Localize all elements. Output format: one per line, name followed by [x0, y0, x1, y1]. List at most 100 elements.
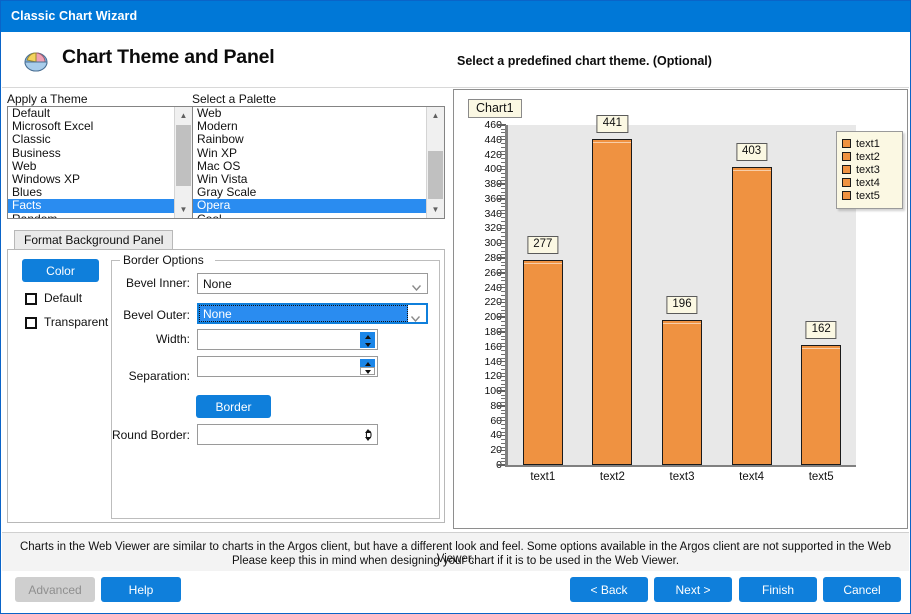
bevel-outer-label: Bevel Outer: [123, 308, 190, 322]
chart-bar[interactable] [732, 167, 772, 465]
border-options-fieldset [111, 260, 440, 519]
scroll-thumb[interactable] [428, 151, 443, 199]
width-label: Width: [156, 332, 190, 346]
theme-list-item[interactable]: Blues [8, 186, 175, 199]
palette-list-item[interactable]: Web [193, 107, 427, 120]
scroll-up-icon[interactable]: ▲ [175, 107, 192, 124]
chart-tab[interactable]: Chart1 [468, 99, 522, 118]
theme-list-item[interactable]: Facts [8, 199, 175, 212]
window-title: Classic Chart Wizard [11, 9, 137, 23]
legend-label: text5 [856, 190, 880, 202]
legend-label: text4 [856, 177, 880, 189]
scroll-down-icon[interactable]: ▼ [175, 201, 192, 218]
legend-swatch [842, 139, 851, 148]
theme-list-item[interactable]: Windows XP [8, 173, 175, 186]
x-axis-tick-label: text2 [600, 471, 625, 483]
legend-item: text3 [842, 163, 898, 176]
palette-list-label: Select a Palette [192, 92, 276, 106]
legend-swatch [842, 178, 851, 187]
color-button[interactable]: Color [22, 259, 99, 282]
legend-item: text4 [842, 176, 898, 189]
finish-button[interactable]: Finish [739, 577, 817, 602]
bar-value-label: 277 [527, 236, 558, 254]
page-title: Chart Theme and Panel [62, 46, 275, 69]
next-button[interactable]: Next > [654, 577, 732, 602]
theme-list-item[interactable]: Random [8, 213, 175, 220]
chart-bar[interactable] [662, 320, 702, 465]
x-axis-tick-label: text1 [530, 471, 555, 483]
bevel-outer-value: None [203, 307, 232, 321]
chart-wizard-window: Classic Chart Wizard Chart Theme and Pan… [0, 0, 911, 614]
grid-band [508, 169, 856, 199]
theme-list-item[interactable]: Web [8, 160, 175, 173]
x-axis-tick-label: text4 [739, 471, 764, 483]
round-border-spin-down[interactable] [360, 435, 375, 443]
separation-stepper[interactable]: 0 [197, 356, 378, 377]
scroll-up-icon[interactable]: ▲ [427, 107, 444, 124]
cancel-button[interactable]: Cancel [823, 577, 901, 602]
palette-listbox[interactable]: WebModernRainbowWin XPMac OSWin VistaGra… [192, 106, 445, 219]
palette-list-item[interactable]: Win XP [193, 147, 427, 160]
chart-bar[interactable] [592, 139, 632, 465]
back-button[interactable]: < Back [570, 577, 648, 602]
theme-list-item[interactable]: Default [8, 107, 175, 120]
legend-label: text3 [856, 164, 880, 176]
round-border-spin-up[interactable] [360, 427, 375, 435]
plot-canvas [508, 125, 856, 465]
legend-item: text1 [842, 137, 898, 150]
title-bar: Classic Chart Wizard [1, 1, 910, 32]
palette-list-item[interactable]: Modern [193, 120, 427, 133]
round-border-spin-buttons[interactable] [360, 427, 375, 443]
width-spin-up[interactable] [360, 332, 375, 340]
legend-item: text5 [842, 189, 898, 202]
help-button[interactable]: Help [101, 577, 181, 602]
chart-bar[interactable] [523, 260, 563, 465]
palette-list-item[interactable]: Gray Scale [193, 186, 427, 199]
format-background-panel-tab[interactable]: Format Background Panel [14, 230, 173, 250]
chart-legend: text1text2text3text4text5 [836, 131, 903, 209]
separation-spin-up[interactable] [360, 359, 375, 367]
width-spin-buttons[interactable] [360, 332, 375, 348]
bevel-inner-combo[interactable]: None [197, 273, 428, 294]
theme-list-label: Apply a Theme [7, 92, 88, 106]
palette-list-scrollbar[interactable]: ▲ ▼ [426, 107, 444, 218]
grid-band [508, 199, 856, 229]
palette-list-item[interactable]: Rainbow [193, 133, 427, 146]
separation-spin-buttons[interactable] [360, 359, 375, 375]
scroll-thumb[interactable] [176, 125, 191, 186]
wizard-button-bar: Advanced Help < Back Next > Finish Cance… [2, 571, 909, 613]
chart-bar[interactable] [801, 345, 841, 465]
theme-list-item[interactable]: Classic [8, 133, 175, 146]
theme-list-item[interactable]: Microsoft Excel [8, 120, 175, 133]
round-border-stepper[interactable]: 0 [197, 424, 378, 445]
palette-list-item[interactable]: Opera [193, 199, 427, 212]
advanced-button[interactable]: Advanced [15, 577, 95, 602]
bevel-outer-combo[interactable]: None [197, 303, 428, 324]
width-spin-down[interactable] [360, 340, 375, 348]
grid-band [508, 140, 856, 170]
border-button[interactable]: Border [196, 395, 271, 418]
legend-label: text2 [856, 151, 880, 163]
width-stepper[interactable]: 1 [197, 329, 378, 350]
page-header: Chart Theme and Panel Select a predefine… [2, 32, 909, 88]
transparent-checkbox[interactable] [25, 317, 37, 329]
default-checkbox[interactable] [25, 293, 37, 305]
scroll-down-icon[interactable]: ▼ [427, 201, 444, 218]
palette-list-item[interactable]: Win Vista [193, 173, 427, 186]
bevel-inner-value: None [203, 277, 232, 291]
chevron-down-icon[interactable] [411, 311, 420, 317]
palette-list-item[interactable]: Cool [193, 213, 427, 220]
theme-list-item[interactable]: Business [8, 147, 175, 160]
theme-list-scrollbar[interactable]: ▲ ▼ [174, 107, 192, 218]
transparent-checkbox-label: Transparent [44, 315, 108, 329]
legend-swatch [842, 165, 851, 174]
bar-value-label: 403 [736, 143, 767, 161]
palette-list-item[interactable]: Mac OS [193, 160, 427, 173]
theme-listbox[interactable]: DefaultMicrosoft ExcelClassicBusinessWeb… [7, 106, 193, 219]
x-axis-line [505, 465, 856, 467]
separation-spin-down[interactable] [360, 367, 375, 375]
grid-band [508, 228, 856, 258]
legend-item: text2 [842, 150, 898, 163]
chevron-down-icon[interactable] [412, 280, 421, 286]
separation-label: Separation: [129, 369, 190, 383]
